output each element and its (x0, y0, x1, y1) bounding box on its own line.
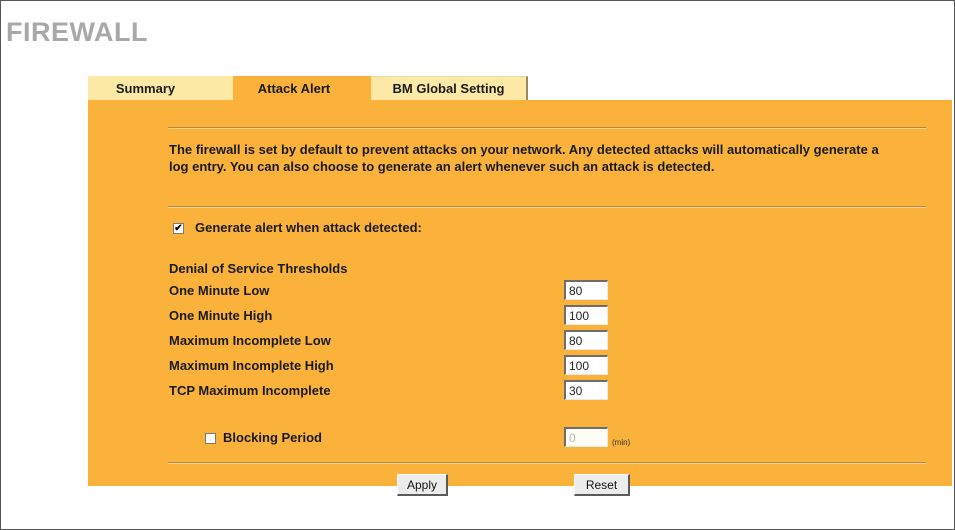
max-incomplete-low-input[interactable] (564, 330, 608, 350)
divider-middle (168, 206, 926, 208)
attack-alert-panel: The firewall is set by default to preven… (88, 100, 952, 496)
one-minute-low-label: One Minute Low (169, 283, 270, 298)
blocking-period-label: Blocking Period (223, 430, 322, 445)
tab-summary[interactable]: Summary (88, 76, 233, 100)
divider-bottom (168, 462, 926, 464)
tab-bm-global-setting[interactable]: BM Global Setting (371, 76, 528, 100)
page-title: FIREWALL (6, 17, 148, 47)
generate-alert-checkbox[interactable]: ✔ (173, 223, 184, 234)
max-incomplete-high-input[interactable] (564, 355, 608, 375)
tcp-max-incomplete-input[interactable] (564, 380, 608, 400)
dos-heading: Denial of Service Thresholds (169, 261, 348, 276)
blocking-period-checkbox[interactable] (205, 433, 216, 444)
blocking-period-unit: (min) (612, 438, 631, 447)
one-minute-high-label: One Minute High (169, 308, 273, 323)
blocking-period-input[interactable] (564, 427, 608, 447)
max-incomplete-high-label: Maximum Incomplete High (169, 358, 334, 373)
one-minute-low-input[interactable] (564, 280, 608, 300)
tab-attack-alert[interactable]: Attack Alert (233, 76, 371, 100)
reset-button[interactable]: Reset (574, 474, 630, 496)
one-minute-high-input[interactable] (564, 305, 608, 325)
generate-alert-label: Generate alert when attack detected: (195, 220, 422, 235)
intro-text: The firewall is set by default to preven… (169, 142, 879, 174)
tcp-max-incomplete-label: TCP Maximum Incomplete (169, 383, 331, 398)
apply-button[interactable]: Apply (397, 474, 448, 496)
divider-top (168, 127, 926, 129)
tab-bar: Summary Attack Alert BM Global Setting (88, 76, 528, 100)
max-incomplete-low-label: Maximum Incomplete Low (169, 333, 331, 348)
